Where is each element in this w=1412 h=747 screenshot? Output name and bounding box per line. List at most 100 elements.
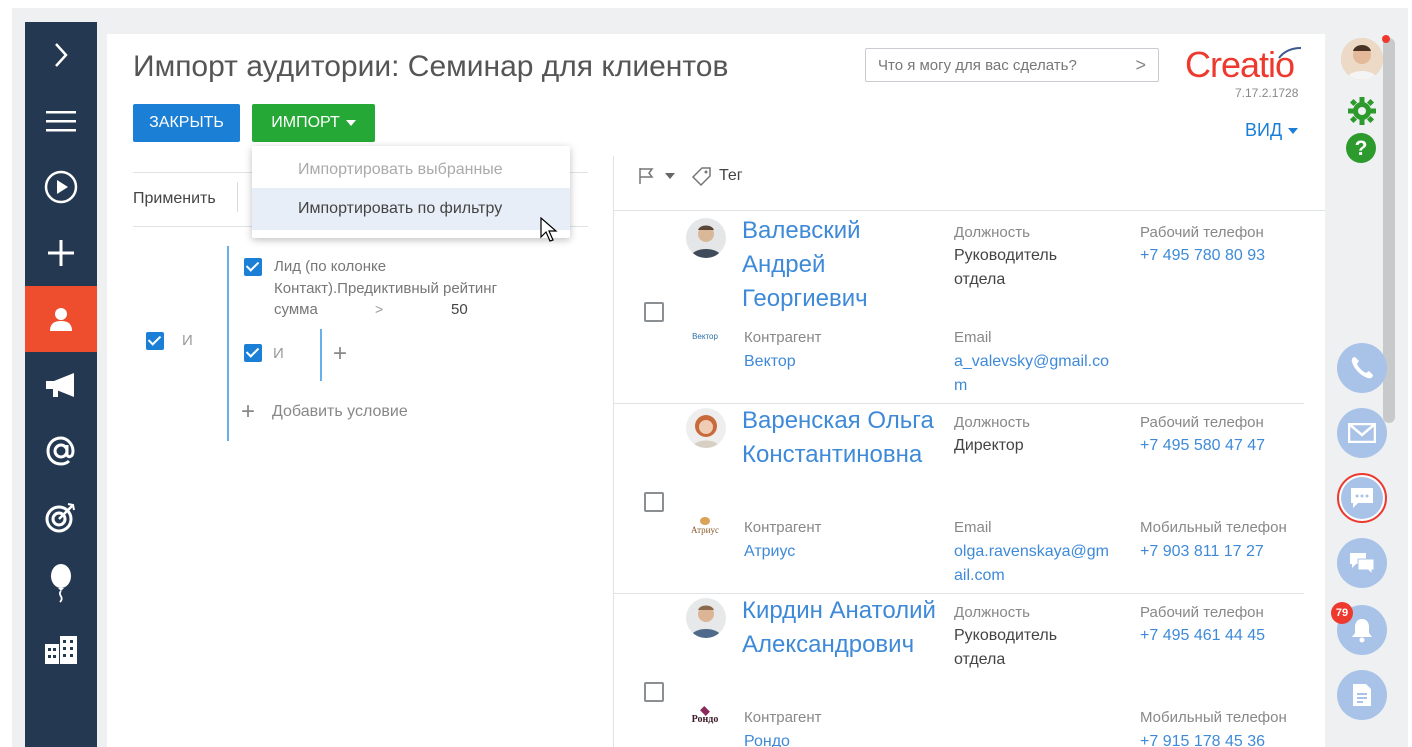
position-value: Руководитель отдела xyxy=(954,247,1058,288)
position-label: Должность xyxy=(954,224,1030,241)
import-button[interactable]: ИМПОРТ xyxy=(252,104,375,142)
feed-icon xyxy=(1350,553,1375,575)
documents-button[interactable] xyxy=(1337,670,1387,720)
events-nav-button[interactable] xyxy=(25,550,97,616)
email-link[interactable]: a_valevsky@gmail.com xyxy=(954,350,1116,398)
expand-nav-button[interactable] xyxy=(25,22,97,88)
condition-column[interactable]: Лид (по колонке Контакт).Предиктивный ре… xyxy=(274,256,534,300)
list-item[interactable]: Кирдин Анатолий Александрович Должность … xyxy=(614,594,1304,747)
email-nav-button[interactable] xyxy=(25,418,97,484)
plus-icon xyxy=(48,240,74,266)
add-nav-button[interactable] xyxy=(25,220,97,286)
buildings-icon xyxy=(45,636,77,664)
flag-icon[interactable] xyxy=(637,166,659,186)
account-label: Контрагент xyxy=(744,709,822,726)
account-label: Контрагент xyxy=(744,519,822,536)
account-label: Контрагент xyxy=(744,329,822,346)
phone-label: Рабочий телефон xyxy=(1140,414,1264,431)
subgroup-logical-operator[interactable]: И xyxy=(273,345,284,362)
contact-name-link[interactable]: Кирдин Анатолий Александрович xyxy=(742,594,942,662)
contact-name-link[interactable]: Варенская Ольга Константиновна xyxy=(742,404,942,472)
account-link[interactable]: Рондо xyxy=(744,730,790,747)
email-link[interactable]: olga.ravenskaya@gmail.com xyxy=(954,540,1116,588)
app-window: Импорт аудитории: Семинар для клиентов З… xyxy=(12,8,1408,747)
help-icon[interactable]: ? xyxy=(1345,132,1377,164)
account-link[interactable]: Вектор xyxy=(744,350,796,374)
account-link[interactable]: Атриус xyxy=(744,540,795,564)
menu-item-import-by-filter[interactable]: Импортировать по фильтру xyxy=(252,188,570,230)
phone-icon xyxy=(1351,357,1373,379)
group-logical-operator[interactable]: И xyxy=(182,332,193,349)
close-button[interactable]: ЗАКРЫТЬ xyxy=(133,104,240,142)
mobile-phone-link[interactable]: +7 915 178 45 36 xyxy=(1140,730,1265,747)
view-button[interactable]: ВИД xyxy=(1245,120,1299,141)
list-item[interactable]: Валевский Андрей Георгиевич Должность Ру… xyxy=(614,214,1304,404)
command-search-placeholder: Что я могу для вас сделать? xyxy=(878,56,1077,74)
tag-icon[interactable] xyxy=(691,166,713,186)
phone-link[interactable]: +7 495 461 44 45 xyxy=(1140,624,1265,648)
record-checkbox[interactable] xyxy=(644,302,664,322)
account-logo: Вектор xyxy=(692,331,718,341)
add-condition-plus-icon[interactable]: + xyxy=(241,398,255,426)
subgroup-checkbox[interactable] xyxy=(244,344,262,362)
group-bracket-line xyxy=(227,246,229,441)
status-indicator xyxy=(1382,35,1390,43)
divider xyxy=(614,210,1325,211)
divider xyxy=(237,182,238,212)
notification-count-badge: 79 xyxy=(1331,602,1353,624)
version-label: 7.17.2.1728 xyxy=(1235,86,1299,100)
close-button-label: ЗАКРЫТЬ xyxy=(149,114,224,131)
menu-item-label: Импортировать выбранные xyxy=(298,161,503,178)
list-item[interactable]: Варенская Ольга Константиновна Должность… xyxy=(614,404,1304,594)
phone-link[interactable]: +7 495 580 47 47 xyxy=(1140,434,1265,458)
mail-icon xyxy=(1348,423,1376,443)
mobile-phone-link[interactable]: +7 903 811 17 27 xyxy=(1140,540,1264,564)
gear-icon[interactable] xyxy=(1347,96,1377,126)
record-checkbox[interactable] xyxy=(644,492,664,512)
chat-button[interactable] xyxy=(1337,473,1387,523)
add-subcondition-button[interactable]: + xyxy=(333,340,347,368)
menu-button[interactable] xyxy=(25,88,97,154)
group-checkbox[interactable] xyxy=(146,332,164,350)
position-value: Директор xyxy=(954,437,1024,454)
feed-button[interactable] xyxy=(1337,538,1387,588)
target-nav-button[interactable] xyxy=(25,484,97,550)
add-condition-button[interactable]: Добавить условие xyxy=(272,403,408,421)
position-value: Руководитель отдела xyxy=(954,627,1058,668)
subgroup-bracket-line xyxy=(320,329,322,381)
account-logo: Рондо xyxy=(682,705,728,726)
left-navigation xyxy=(25,22,97,747)
condition-operator[interactable]: > xyxy=(375,301,383,317)
email-button[interactable] xyxy=(1337,408,1387,458)
contact-photo xyxy=(686,408,726,448)
at-icon xyxy=(46,436,75,466)
condition-checkbox[interactable] xyxy=(244,258,262,276)
campaigns-nav-button[interactable] xyxy=(25,352,97,418)
process-nav-button[interactable] xyxy=(25,154,97,220)
position-label: Должность xyxy=(954,414,1030,431)
caret-down-icon[interactable] xyxy=(665,173,675,179)
record-checkbox[interactable] xyxy=(644,682,664,702)
menu-item-import-selected[interactable]: Импортировать выбранные xyxy=(252,149,570,191)
contact-name-link[interactable]: Валевский Андрей Георгиевич xyxy=(742,214,942,316)
menu-item-label: Импортировать по фильтру xyxy=(298,200,503,217)
condition-value[interactable]: 50 xyxy=(451,301,468,318)
command-search-input[interactable]: Что я могу для вас сделать? > xyxy=(865,48,1159,82)
search-go-icon[interactable]: > xyxy=(1135,55,1146,76)
accounts-nav-button[interactable] xyxy=(25,616,97,682)
view-button-label: ВИД xyxy=(1245,120,1283,140)
import-dropdown-menu: Импортировать выбранные Импортировать по… xyxy=(252,146,570,238)
tag-button-label[interactable]: Тег xyxy=(719,167,743,185)
play-icon xyxy=(44,170,78,204)
contacts-nav-button[interactable] xyxy=(25,286,97,352)
document-icon xyxy=(1353,684,1371,706)
apply-button[interactable]: Применить xyxy=(133,190,216,208)
phone-label: Рабочий телефон xyxy=(1140,604,1264,621)
phone-button[interactable] xyxy=(1337,343,1387,393)
user-profile-avatar[interactable] xyxy=(1341,38,1383,80)
svg-text:?: ? xyxy=(1355,137,1368,160)
contact-photo xyxy=(686,218,726,258)
phone-link[interactable]: +7 495 780 80 93 xyxy=(1140,244,1265,268)
mobile-phone-label: Мобильный телефон xyxy=(1140,519,1287,536)
condition-aggregate[interactable]: сумма xyxy=(274,301,318,318)
